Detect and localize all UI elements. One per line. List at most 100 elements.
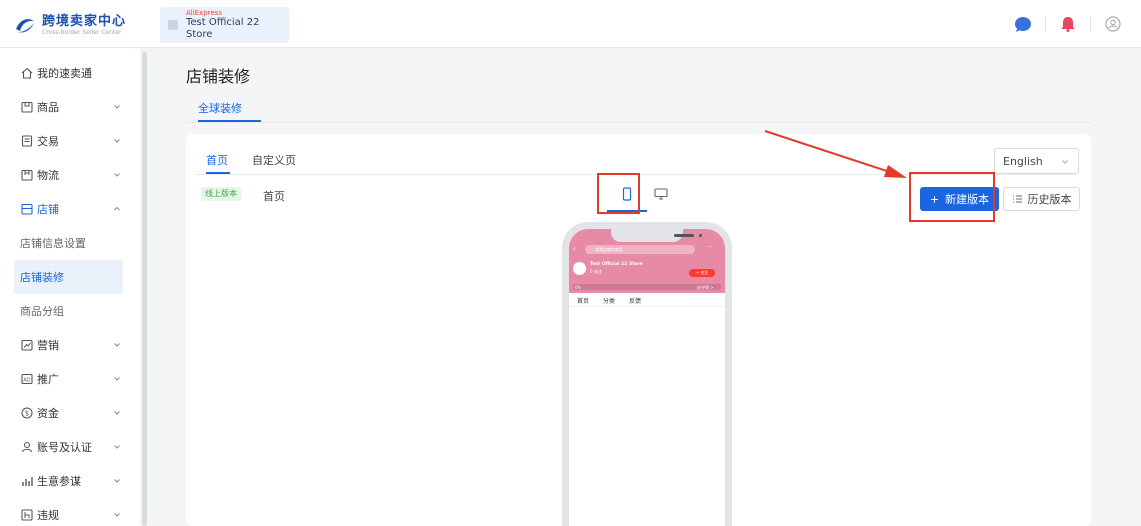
store-name: Test Official 22 Store	[185, 17, 260, 41]
sidebar-item-store-info[interactable]: 店铺信息设置	[0, 226, 140, 260]
divider	[1045, 17, 1046, 31]
money-icon: $	[20, 407, 33, 420]
sidebar-item-label: 资金	[37, 407, 59, 420]
desktop-view-button[interactable]	[648, 182, 674, 206]
sidebar-item-analytics[interactable]: 生意参谋	[0, 464, 140, 498]
sidebar-item-label: 店铺信息设置	[20, 237, 86, 250]
top-bar: 跨境卖家中心 Cross-border Seller Center AliExp…	[0, 0, 1141, 48]
phone-nav-feedback: 反馈	[629, 298, 642, 305]
annotation-highlight-box	[597, 173, 640, 214]
user-icon[interactable]	[1103, 14, 1123, 34]
chevron-down-icon	[114, 445, 120, 449]
language-value: English	[1003, 154, 1043, 168]
sidebar-item-label: 交易	[37, 135, 59, 148]
marketing-icon	[20, 339, 33, 352]
phone-followers: 0 关注	[590, 269, 602, 274]
sidebar-item-label: 商品	[37, 101, 59, 114]
bell-icon[interactable]	[1058, 14, 1078, 34]
ad-icon: AD	[20, 373, 33, 386]
phone-rating-link: 好评率 >	[697, 285, 714, 290]
sidebar-scrollbar[interactable]	[142, 52, 147, 526]
store-avatar-icon	[168, 20, 178, 30]
list-icon	[1012, 195, 1022, 203]
phone-follow-button: + 关注	[689, 269, 715, 277]
tab-divider	[186, 122, 1091, 123]
online-version-badge: 线上版本	[201, 187, 241, 201]
sidebar-item-funds[interactable]: $ 资金	[0, 396, 140, 430]
tab-global-decoration[interactable]: 全球装修	[198, 100, 242, 116]
sidebar-item-home[interactable]: 我的速卖通	[0, 56, 140, 90]
phone-rating: 0%	[575, 285, 582, 290]
account-icon	[20, 441, 33, 454]
phone-preview: ‹ 搜索店铺内商品 ··· Test Official 22 Store 0 关…	[562, 222, 732, 526]
logistics-icon	[20, 169, 33, 182]
logo-mark-icon	[14, 15, 36, 35]
trade-icon	[20, 135, 33, 148]
sidebar-item-product-group[interactable]: 商品分组	[0, 294, 140, 328]
sidebar-item-label: 推广	[37, 373, 59, 386]
home-icon	[20, 67, 33, 80]
sidebar-item-product[interactable]: 商品	[0, 90, 140, 124]
phone-notch	[611, 229, 702, 242]
phone-search-bar: 搜索店铺内商品	[585, 245, 695, 254]
chevron-down-icon	[114, 173, 120, 177]
violation-icon	[20, 509, 33, 522]
back-icon: ‹	[573, 245, 576, 253]
chevron-down-icon	[114, 411, 120, 415]
sidebar-item-trade[interactable]: 交易	[0, 124, 140, 158]
phone-store-name: Test Official 22 Store	[590, 262, 643, 267]
sidebar-item-store[interactable]: 店铺	[0, 192, 140, 226]
sidebar-item-label: 生意参谋	[37, 475, 81, 488]
store-switcher[interactable]: AliExpress Test Official 22 Store	[160, 7, 289, 43]
store-brand: AliExpress	[185, 8, 222, 17]
sidebar-item-label: 店铺装修	[20, 271, 64, 284]
svg-text:AD: AD	[23, 378, 30, 384]
phone-body	[569, 307, 725, 526]
chevron-down-icon	[114, 139, 120, 143]
history-version-button[interactable]: 历史版本	[1003, 187, 1080, 211]
phone-nav-home: 首页	[577, 298, 590, 305]
sidebar-item-label: 店铺	[37, 203, 59, 216]
tab-custom-page[interactable]: 自定义页	[252, 152, 296, 168]
svg-text:$: $	[24, 410, 28, 418]
sidebar-item-label: 商品分组	[20, 305, 64, 318]
chevron-down-icon	[114, 377, 120, 381]
sidebar-item-label: 物流	[37, 169, 59, 182]
divider	[1090, 17, 1091, 31]
sidebar-item-violation[interactable]: 违规	[0, 498, 140, 526]
logo-title: 跨境卖家中心	[42, 13, 127, 29]
tab-home-page[interactable]: 首页	[206, 152, 228, 168]
version-name: 首页	[263, 190, 285, 203]
phone-store-avatar	[573, 262, 586, 275]
sidebar-item-label: 违规	[37, 509, 59, 522]
phone-nav-category: 分类	[603, 298, 616, 305]
sidebar-item-store-decoration[interactable]: 店铺装修	[14, 260, 123, 294]
sidebar-item-account[interactable]: 账号及认证	[0, 430, 140, 464]
logo[interactable]: 跨境卖家中心 Cross-border Seller Center	[14, 12, 126, 38]
more-icon: ···	[707, 244, 713, 251]
page-title: 店铺装修	[186, 67, 251, 86]
chevron-down-icon	[114, 343, 120, 347]
chevron-down-icon	[1062, 160, 1068, 164]
sidebar-item-logistics[interactable]: 物流	[0, 158, 140, 192]
history-version-label: 历史版本	[1027, 193, 1072, 206]
chevron-down-icon	[114, 513, 120, 517]
store-icon	[20, 203, 33, 216]
language-select[interactable]: English	[994, 148, 1079, 174]
annotation-highlight-box	[909, 172, 995, 222]
sidebar-item-label: 我的速卖通	[37, 67, 92, 80]
analytics-icon	[20, 475, 33, 488]
message-icon[interactable]	[1013, 14, 1033, 34]
desktop-icon	[654, 188, 668, 200]
phone-nav: 首页 分类 反馈	[569, 293, 725, 307]
logo-subtitle: Cross-border Seller Center	[42, 28, 122, 36]
chevron-up-icon	[114, 206, 120, 211]
sidebar: 我的速卖通 商品 交易 物流 店铺 店铺信息设置 店铺装修 商品分组 营销 AD…	[0, 48, 140, 526]
product-icon	[20, 101, 33, 114]
sidebar-item-label: 营销	[37, 339, 59, 352]
sidebar-item-promotion[interactable]: AD 推广	[0, 362, 140, 396]
sidebar-item-label: 账号及认证	[37, 441, 92, 454]
sidebar-item-marketing[interactable]: 营销	[0, 328, 140, 362]
chevron-down-icon	[114, 479, 120, 483]
chevron-down-icon	[114, 105, 120, 109]
